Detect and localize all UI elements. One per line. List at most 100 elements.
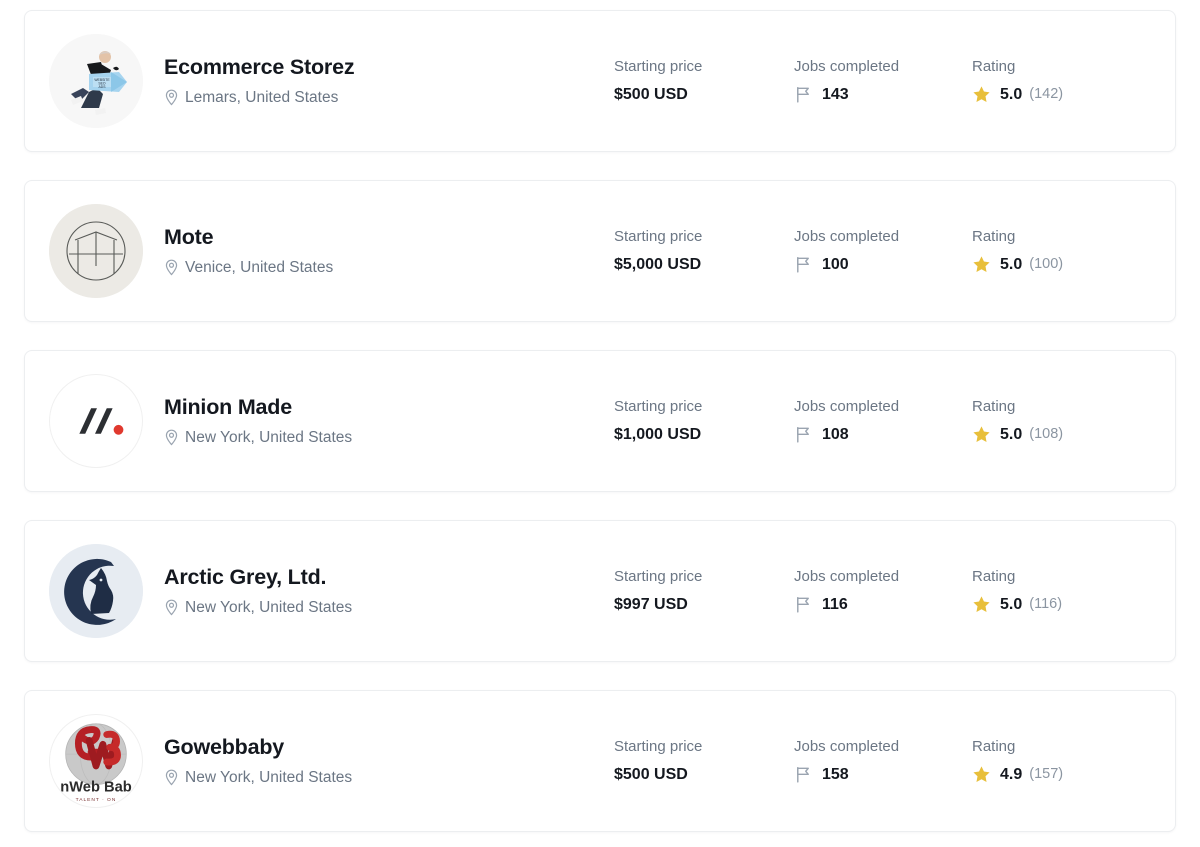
stat-label: Starting price (614, 738, 794, 756)
stat-label: Jobs completed (794, 398, 972, 416)
rating-count: (108) (1029, 425, 1063, 443)
circle-geometric-monogram-icon (49, 204, 143, 298)
stat-starting-price: Starting price $1,000 USD (614, 398, 794, 445)
rating-row: 5.0 (116) (972, 595, 1062, 615)
agency-identity: Ecommerce Storez Lemars, United States (164, 55, 614, 107)
flag-icon (794, 255, 813, 274)
star-icon (972, 85, 991, 104)
avatar: nWeb Bab TALENT · ON (49, 714, 143, 808)
svg-text:nWeb Bab: nWeb Bab (60, 779, 131, 795)
starting-price-value: $500 USD (614, 765, 794, 785)
starting-price-value: $500 USD (614, 85, 794, 105)
star-icon (972, 765, 991, 784)
gwb-globe-monogram-icon: nWeb Bab TALENT · ON (50, 715, 142, 807)
star-icon (972, 595, 991, 614)
stat-rating: Rating 4.9 (157) (972, 738, 1063, 785)
flag-icon (794, 765, 813, 784)
agency-results-list: WEBSITE SEO ADS Ecommerce Storez Lemars,… (0, 0, 1200, 832)
stat-jobs-completed: Jobs completed 108 (794, 398, 972, 445)
stat-jobs-completed: Jobs completed 116 (794, 568, 972, 615)
howling-wolf-crescent-icon (49, 544, 143, 638)
stat-rating: Rating 5.0 (142) (972, 58, 1063, 105)
avatar (49, 204, 143, 298)
company-location: New York, United States (164, 599, 614, 618)
jobs-completed-row: 116 (794, 595, 972, 615)
rating-count: (142) (1029, 85, 1063, 103)
company-location: Venice, United States (164, 259, 614, 278)
starting-price-value: $1,000 USD (614, 425, 794, 445)
agency-card[interactable]: Mote Venice, United States Starting pric… (24, 180, 1176, 322)
stat-label: Jobs completed (794, 228, 972, 246)
starting-price-value: $5,000 USD (614, 255, 794, 275)
agency-card[interactable]: Minion Made New York, United States Star… (24, 350, 1176, 492)
rating-count: (116) (1029, 595, 1062, 613)
jobs-completed-row: 158 (794, 765, 972, 785)
agency-identity: Mote Venice, United States (164, 225, 614, 277)
map-pin-icon (164, 89, 179, 106)
starting-price-value: $997 USD (614, 595, 794, 615)
stat-label: Rating (972, 228, 1063, 246)
agency-stats: Starting price $500 USD Jobs completed 1… (614, 58, 1151, 105)
agency-card[interactable]: Arctic Grey, Ltd. New York, United State… (24, 520, 1176, 662)
location-text: Lemars, United States (185, 89, 338, 108)
stat-jobs-completed: Jobs completed 143 (794, 58, 972, 105)
rating-row: 5.0 (100) (972, 255, 1063, 275)
company-location: New York, United States (164, 769, 614, 788)
stat-rating: Rating 5.0 (100) (972, 228, 1063, 275)
agency-stats: Starting price $5,000 USD Jobs completed… (614, 228, 1151, 275)
svg-text:ADS: ADS (99, 85, 107, 89)
avatar (49, 544, 143, 638)
map-pin-icon (164, 769, 179, 786)
avatar: WEBSITE SEO ADS (49, 34, 143, 128)
star-icon (972, 425, 991, 444)
jobs-completed-row: 100 (794, 255, 972, 275)
company-name[interactable]: Ecommerce Storez (164, 55, 614, 81)
agency-identity: Arctic Grey, Ltd. New York, United State… (164, 565, 614, 617)
rating-row: 5.0 (108) (972, 425, 1063, 445)
stat-label: Jobs completed (794, 568, 972, 586)
jobs-completed-row: 143 (794, 85, 972, 105)
runner-with-blue-arrow-sign-icon: WEBSITE SEO ADS (49, 34, 143, 128)
company-name[interactable]: Arctic Grey, Ltd. (164, 565, 614, 591)
star-icon (972, 255, 991, 274)
stat-label: Jobs completed (794, 738, 972, 756)
map-pin-icon (164, 259, 179, 276)
flag-icon (794, 85, 813, 104)
two-slashes-red-dot-icon (50, 375, 142, 467)
agency-identity: Minion Made New York, United States (164, 395, 614, 447)
stat-rating: Rating 5.0 (108) (972, 398, 1063, 445)
agency-identity: Gowebbaby New York, United States (164, 735, 614, 787)
map-pin-icon (164, 429, 179, 446)
company-name[interactable]: Gowebbaby (164, 735, 614, 761)
stat-starting-price: Starting price $5,000 USD (614, 228, 794, 275)
location-text: New York, United States (185, 429, 352, 448)
agency-card[interactable]: WEBSITE SEO ADS Ecommerce Storez Lemars,… (24, 10, 1176, 152)
agency-stats: Starting price $500 USD Jobs completed 1… (614, 738, 1151, 785)
flag-icon (794, 595, 813, 614)
jobs-completed-row: 108 (794, 425, 972, 445)
company-location: Lemars, United States (164, 89, 614, 108)
rating-count: (157) (1029, 765, 1063, 783)
company-location: New York, United States (164, 429, 614, 448)
map-pin-icon (164, 599, 179, 616)
company-name[interactable]: Mote (164, 225, 614, 251)
location-text: Venice, United States (185, 259, 333, 278)
agency-card[interactable]: nWeb Bab TALENT · ON Gowebbaby New York,… (24, 690, 1176, 832)
stat-starting-price: Starting price $500 USD (614, 738, 794, 785)
stat-jobs-completed: Jobs completed 100 (794, 228, 972, 275)
rating-row: 5.0 (142) (972, 85, 1063, 105)
flag-icon (794, 425, 813, 444)
stat-label: Starting price (614, 398, 794, 416)
location-text: New York, United States (185, 599, 352, 618)
rating-count: (100) (1029, 255, 1063, 273)
rating-value: 5.0 (1000, 595, 1022, 615)
avatar (49, 374, 143, 468)
stat-label: Rating (972, 568, 1062, 586)
rating-row: 4.9 (157) (972, 765, 1063, 785)
svg-text:TALENT · ON: TALENT · ON (76, 797, 117, 803)
stat-label: Starting price (614, 228, 794, 246)
jobs-completed-value: 116 (822, 595, 848, 615)
company-name[interactable]: Minion Made (164, 395, 614, 421)
stat-starting-price: Starting price $997 USD (614, 568, 794, 615)
stat-starting-price: Starting price $500 USD (614, 58, 794, 105)
